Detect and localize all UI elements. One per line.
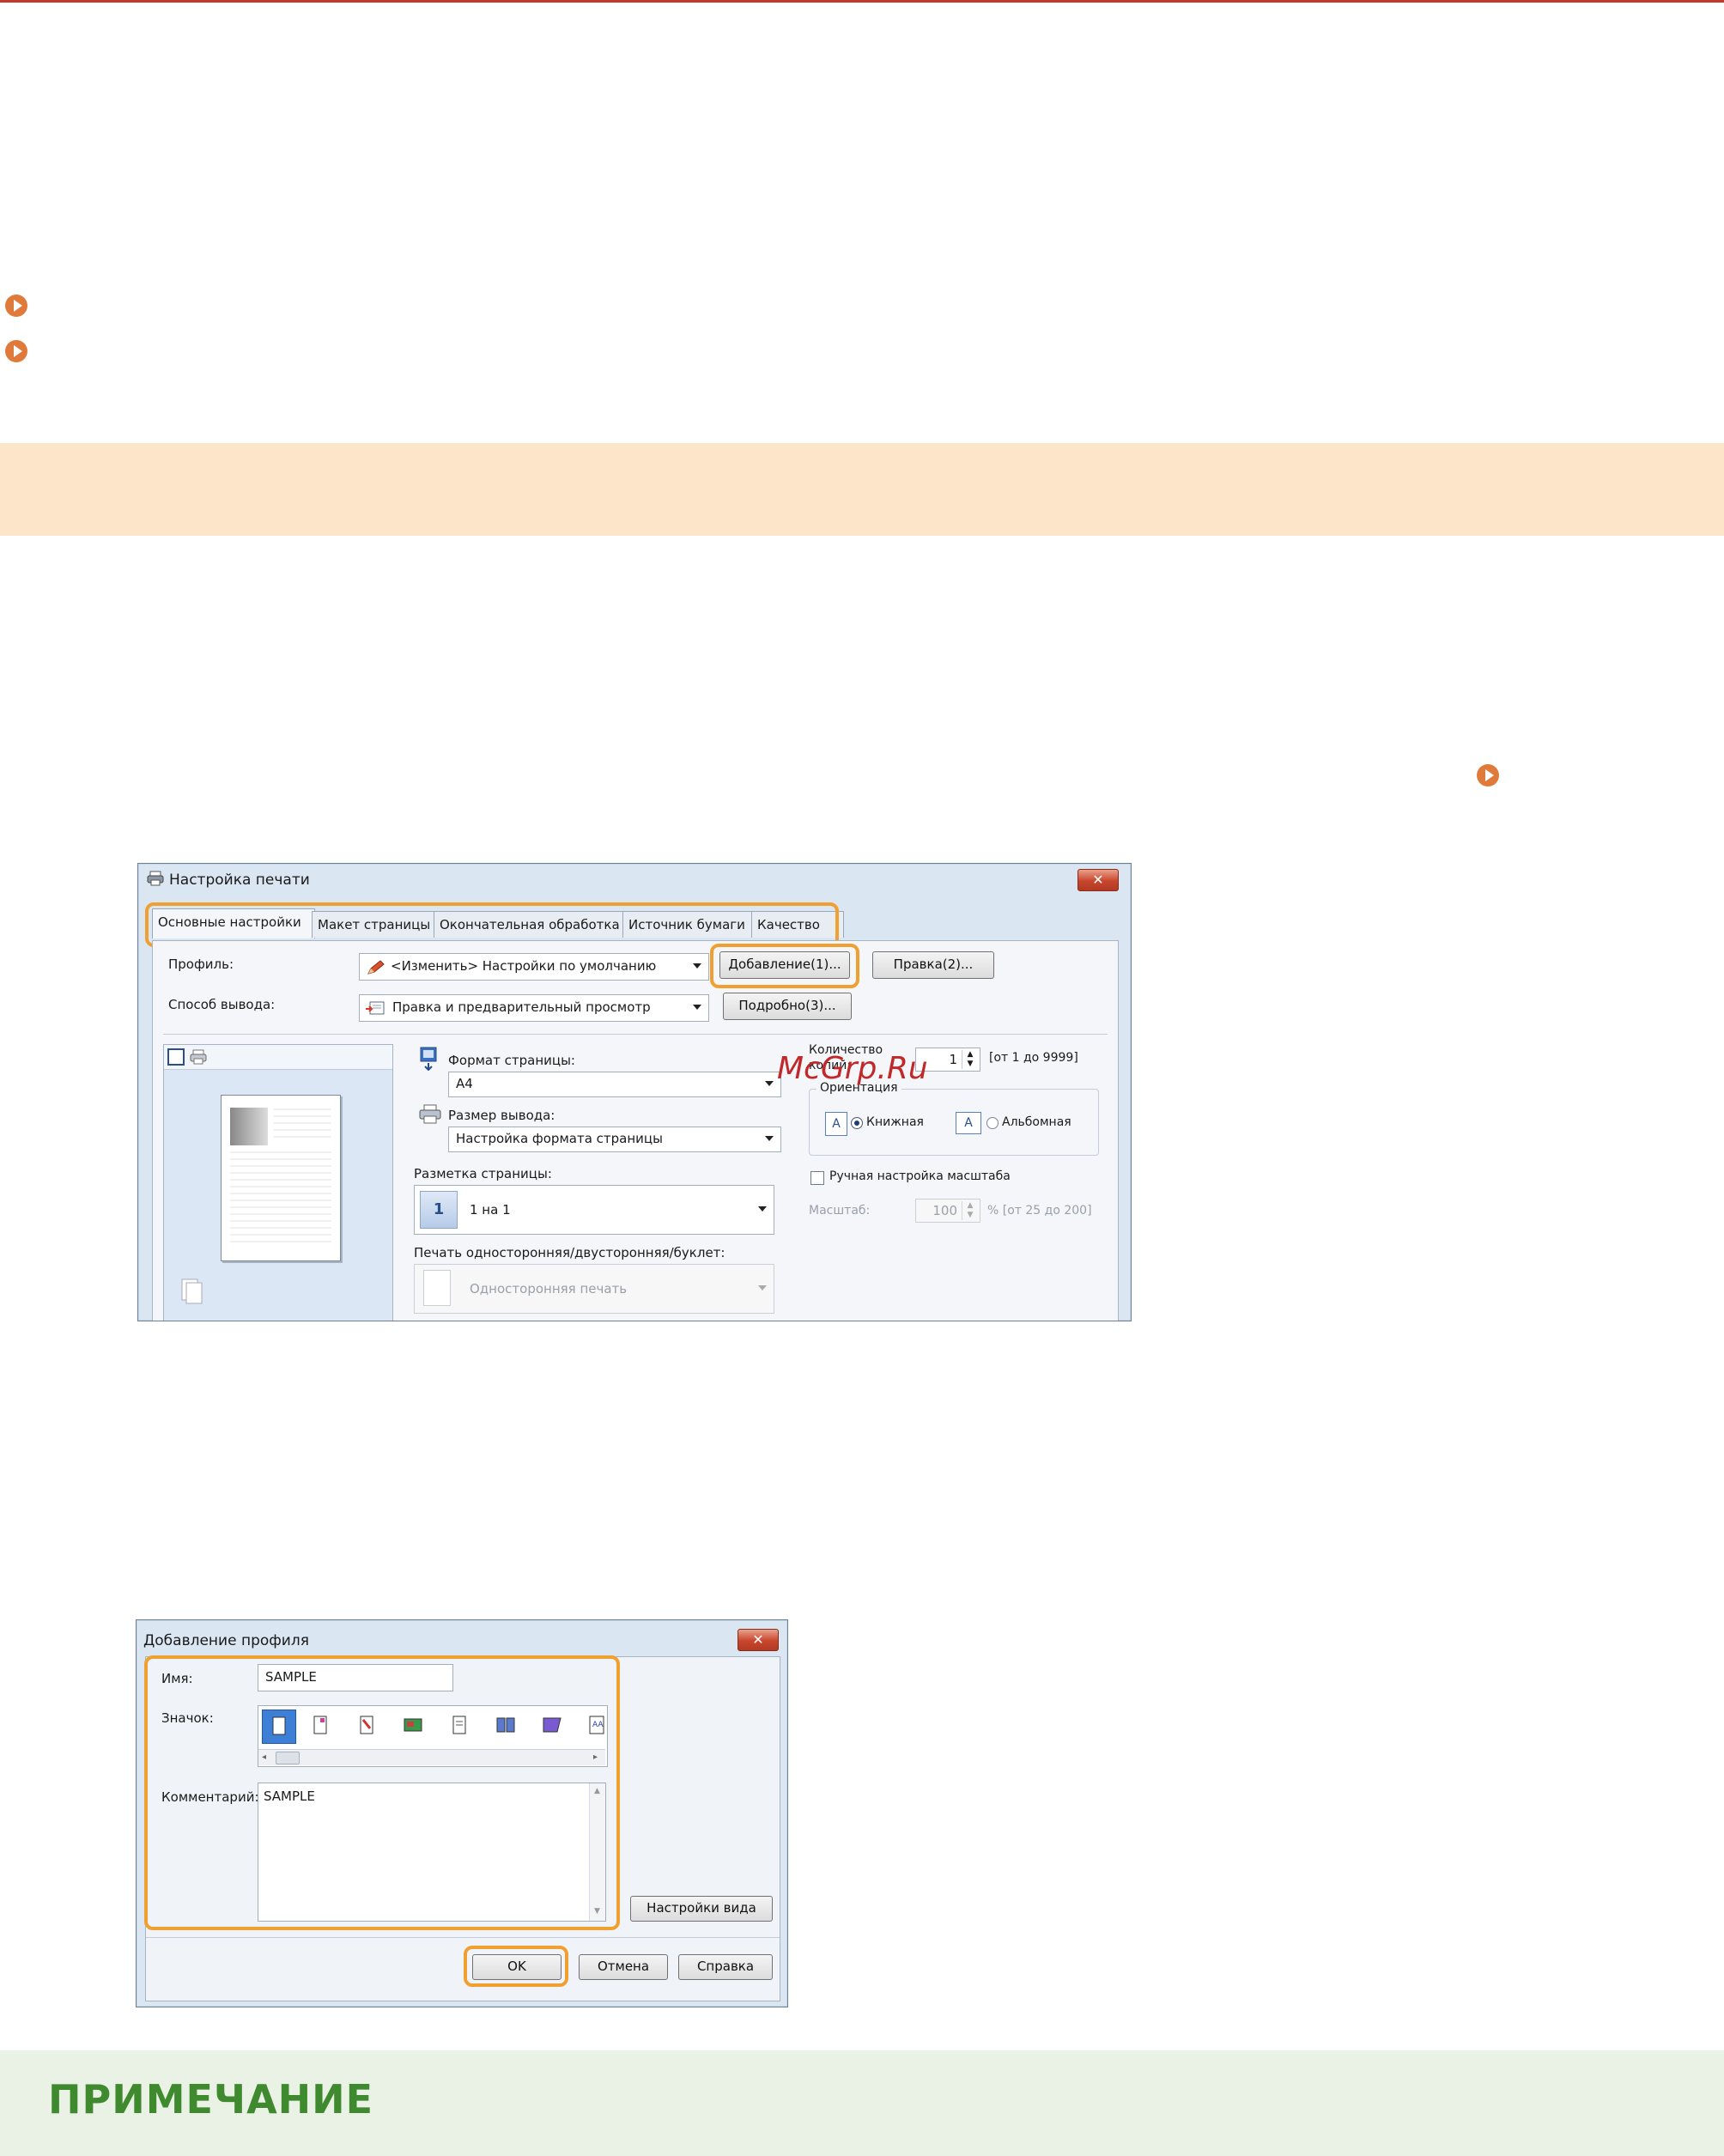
scale-input[interactable]: 100 ▲ ▼ [915, 1199, 980, 1223]
scale-label: Масштаб: [809, 1204, 871, 1218]
chevron-down-icon [693, 1005, 701, 1010]
spinner-icon[interactable]: ▲ ▼ [962, 1050, 978, 1069]
profile-value: <Изменить> Настройки по умолчанию [391, 958, 657, 974]
output-method-select[interactable]: Правка и предварительный просмотр [359, 994, 709, 1022]
chevron-down-icon [758, 1206, 767, 1212]
output-size-icon [419, 1104, 441, 1125]
add-profile-dialog: Добавление профиля ✕ Имя: SAMPLE Значок:… [136, 1619, 788, 2007]
output-method-value: Правка и предварительный просмотр [392, 999, 651, 1015]
printer-view-icon[interactable] [190, 1048, 207, 1066]
settings-panel: Профиль: <Изменить> Настройки по умолчан… [152, 940, 1119, 1321]
page-size-label: Формат страницы: [448, 1053, 575, 1068]
portrait-icon: A [825, 1112, 847, 1136]
section-header-band [0, 443, 1724, 536]
output-size-select[interactable]: Настройка формата страницы [448, 1127, 781, 1152]
dialog-title: Настройка печати [169, 872, 310, 889]
link-arrow-icon[interactable] [5, 340, 27, 362]
chevron-down-icon [693, 963, 701, 969]
divider [163, 1034, 1108, 1035]
duplex-label: Печать односторонняя/двусторонняя/буклет… [414, 1245, 725, 1260]
fields-highlight [144, 1655, 620, 1930]
copies-range: [от 1 до 9999] [989, 1051, 1078, 1065]
page-preview [221, 1095, 341, 1261]
chevron-down-icon [758, 1285, 767, 1291]
output-method-label: Способ вывода: [168, 997, 276, 1012]
manual-scale-checkbox[interactable] [810, 1171, 824, 1185]
page-view-icon[interactable] [167, 1048, 185, 1066]
watermark-text: McGrp.Ru [777, 1051, 928, 1086]
details-button[interactable]: Подробно(3)... [723, 993, 852, 1020]
output-size-label: Размер вывода: [448, 1108, 555, 1123]
single-sided-icon [423, 1270, 451, 1306]
layout-1up-icon: 1 [420, 1191, 458, 1229]
duplex-value: Односторонняя печать [470, 1281, 628, 1297]
profile-select[interactable]: <Изменить> Настройки по умолчанию [359, 953, 709, 981]
close-button[interactable]: ✕ [738, 1629, 779, 1651]
preview-toolbar [164, 1045, 392, 1070]
orientation-group: Ориентация A Книжная A Альбомная [809, 1081, 1099, 1156]
scale-value: 100 [932, 1203, 957, 1218]
link-arrow-icon[interactable] [1477, 764, 1499, 786]
manual-scale-label: Ручная настройка масштаба [829, 1169, 1011, 1183]
portrait-radio[interactable] [851, 1117, 863, 1129]
output-size-value: Настройка формата страницы [456, 1131, 663, 1146]
chevron-down-icon [765, 1081, 774, 1086]
print-settings-dialog: Настройка печати ✕ Основные настройки Ма… [137, 863, 1132, 1321]
cancel-button[interactable]: Отмена [579, 1954, 668, 1980]
profile-label: Профиль: [168, 957, 234, 972]
pencil-icon [367, 959, 385, 975]
ok-highlight [464, 1946, 568, 1987]
document-stack-icon [181, 1278, 203, 1304]
dialog-body: Имя: SAMPLE Значок: AA ◂ ▸ Комментарий: … [144, 1655, 780, 2001]
landscape-icon: A [956, 1112, 981, 1134]
close-button[interactable]: ✕ [1078, 869, 1119, 891]
spinner-icon[interactable]: ▲ ▼ [962, 1201, 978, 1220]
portrait-label: Книжная [866, 1115, 924, 1129]
top-rule [0, 0, 1724, 3]
layout-select[interactable]: 1 1 на 1 [414, 1185, 774, 1235]
page-size-icon [419, 1047, 438, 1072]
chevron-down-icon [765, 1136, 774, 1141]
layout-label: Разметка страницы: [414, 1166, 552, 1181]
preview-icon [365, 1000, 385, 1016]
printer-icon [147, 871, 164, 886]
edit-profile-button[interactable]: Правка(2)... [872, 951, 994, 979]
help-button[interactable]: Справка [678, 1954, 773, 1980]
landscape-radio[interactable] [986, 1117, 999, 1129]
landscape-label: Альбомная [1002, 1115, 1071, 1129]
page-size-select[interactable]: A4 [448, 1072, 781, 1097]
view-settings-button[interactable]: Настройки вида [630, 1896, 773, 1922]
preview-pane [163, 1044, 393, 1321]
layout-value: 1 на 1 [470, 1202, 511, 1218]
scale-range: % [от 25 до 200] [987, 1204, 1092, 1218]
page-size-value: A4 [456, 1076, 473, 1091]
divider [146, 1937, 780, 1938]
add-button-highlight [710, 944, 859, 988]
duplex-select[interactable]: Односторонняя печать [414, 1264, 774, 1314]
dialog-title: Добавление профиля [143, 1632, 309, 1649]
copies-value: 1 [949, 1052, 957, 1067]
link-arrow-icon[interactable] [5, 295, 27, 317]
note-heading: ПРИМЕЧАНИЕ [48, 2076, 374, 2123]
